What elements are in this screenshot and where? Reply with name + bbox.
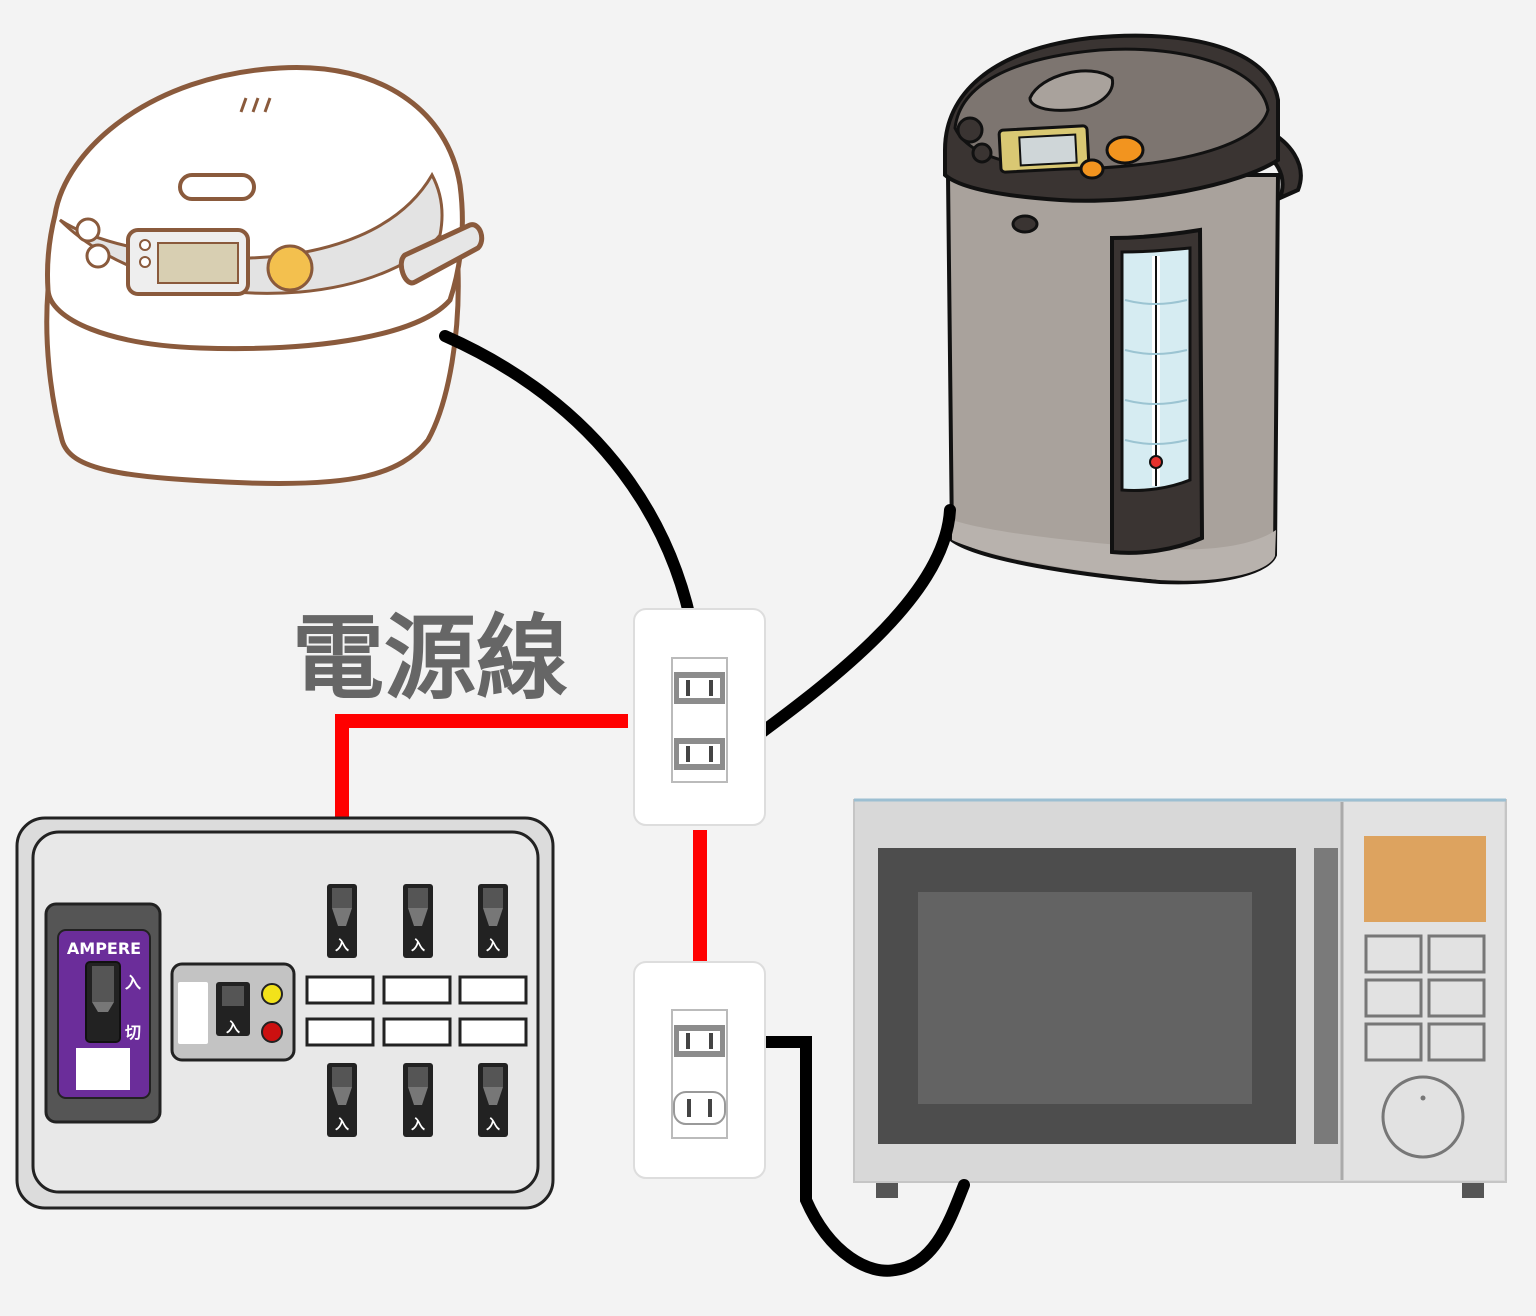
electric-pot-icon — [943, 33, 1303, 585]
main-breaker-on-label: 入 — [125, 973, 141, 992]
power-line-label: 電源線 — [292, 605, 568, 712]
outlet-socket — [674, 672, 725, 704]
leakage-breaker-on-label: 入 — [226, 1020, 240, 1036]
wiring-diagram: AMPERE 入 切 入 入 入 入 入 入 入 電源線 — [0, 0, 1536, 1316]
circuit-breaker[interactable]: 入 — [403, 884, 433, 958]
wall-outlet-icon — [633, 608, 766, 826]
circuit-breaker-on-label: 入 — [486, 1117, 500, 1133]
main-breaker-label: AMPERE — [67, 939, 141, 958]
circuit-breaker[interactable]: 入 — [327, 884, 357, 958]
circuit-breaker-on-label: 入 — [486, 938, 500, 954]
outlet-socket — [674, 738, 725, 770]
rice-cooker-icon — [44, 64, 485, 486]
circuit-breaker[interactable]: 入 — [403, 1063, 433, 1137]
test-button-red[interactable] — [261, 1021, 283, 1043]
test-button-yellow[interactable] — [261, 983, 283, 1005]
diagram-canvas: AMPERE 入 切 入 入 入 入 入 入 入 電源線 — [15, 33, 1507, 1277]
microwave-icon — [853, 798, 1507, 1198]
leakage-breaker[interactable]: 入 — [170, 962, 296, 1062]
outlet-socket — [674, 1025, 725, 1057]
outlet-socket — [673, 1091, 726, 1125]
circuit-breaker[interactable]: 入 — [327, 1063, 357, 1137]
wall-outlet-icon — [633, 961, 766, 1179]
main-breaker-off-label: 切 — [125, 1023, 141, 1042]
main-breaker[interactable]: AMPERE 入 切 — [44, 902, 162, 1124]
circuit-breaker[interactable]: 入 — [478, 884, 508, 958]
circuit-breaker-on-label: 入 — [335, 938, 349, 954]
breaker-panel-icon: AMPERE 入 切 入 入 入 入 入 入 入 — [15, 816, 555, 1210]
circuit-breaker-on-label: 入 — [411, 938, 425, 954]
circuit-breaker-on-label: 入 — [335, 1117, 349, 1133]
circuit-breaker[interactable]: 入 — [478, 1063, 508, 1137]
circuit-breaker-on-label: 入 — [411, 1117, 425, 1133]
